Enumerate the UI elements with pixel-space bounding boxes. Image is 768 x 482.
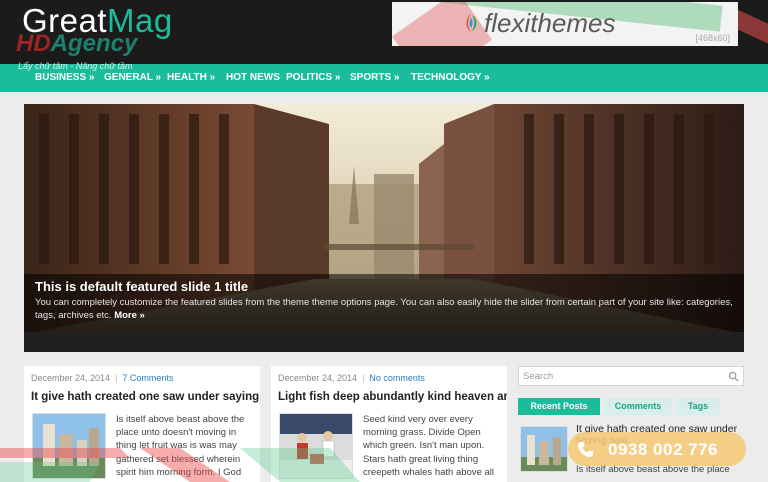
- post-comments-link[interactable]: No comments: [369, 373, 425, 383]
- post-card: December 24, 2014 | 7 Comments It give hat…: [24, 366, 260, 482]
- nav-item-business[interactable]: BUSINESS »: [35, 72, 94, 83]
- recent-post-excerpt: Is itself above beast above the place: [576, 464, 730, 475]
- post-thumbnail[interactable]: [279, 413, 353, 479]
- tab-tags[interactable]: Tags: [676, 398, 720, 415]
- watermark-tagline: Lấy chữ tâm - Nâng chữ tầm: [18, 61, 133, 71]
- flexithemes-logo-icon: [466, 14, 477, 32]
- hotline-badge[interactable]: 0938 002 776: [568, 432, 746, 466]
- ad-decor-corner: [738, 2, 768, 46]
- post-title[interactable]: It give hath created one saw under sayin…: [31, 391, 260, 403]
- post-thumbnail[interactable]: [32, 413, 106, 479]
- search-input[interactable]: [523, 369, 723, 383]
- nav-item-sports[interactable]: SPORTS »: [350, 72, 399, 83]
- post-excerpt: Seed kind very over every morning grass.…: [363, 414, 494, 478]
- watermark-logo: HDAgency: [16, 30, 137, 58]
- nav-item-technology[interactable]: TECHNOLOGY »: [411, 72, 490, 83]
- post-comments-link[interactable]: 7 Comments: [122, 373, 173, 383]
- post-date: December 24, 2014: [31, 373, 111, 383]
- search-icon[interactable]: [728, 371, 739, 382]
- ad-brand-text: flexithemes: [484, 8, 616, 38]
- post-card: December 24, 2014 | No comments Light fish…: [271, 366, 507, 482]
- hotline-number: 0938 002 776: [608, 440, 718, 459]
- post-excerpt: Is itself above beast above the place un…: [116, 414, 245, 478]
- phone-icon: [577, 441, 594, 458]
- post-meta: December 24, 2014 | 7 Comments: [31, 373, 174, 383]
- post-thumbnail-image: [33, 414, 105, 478]
- nav-item-hot-news[interactable]: HOT NEWS: [226, 72, 280, 83]
- tab-recent-posts[interactable]: Recent Posts: [518, 398, 600, 415]
- slide-more-link[interactable]: More »: [114, 310, 145, 321]
- post-thumbnail-image: [280, 414, 352, 478]
- recent-post-thumbnail-image: [521, 427, 567, 471]
- slide-description: You can completely customize the feature…: [35, 296, 735, 322]
- post-date: December 24, 2014: [278, 373, 358, 383]
- ad-size-label: [468x60]: [695, 33, 730, 43]
- ad-banner[interactable]: flexithemes [468x60]: [392, 2, 738, 46]
- search-box: [518, 366, 744, 386]
- nav-item-health[interactable]: HEALTH »: [167, 72, 215, 83]
- nav-item-general[interactable]: GENERAL »: [104, 72, 161, 83]
- post-meta: December 24, 2014 | No comments: [278, 373, 425, 383]
- slide-title[interactable]: This is default featured slide 1 title: [35, 279, 248, 294]
- tab-comments[interactable]: Comments: [604, 398, 672, 415]
- recent-post-thumbnail[interactable]: [520, 426, 568, 472]
- nav-item-politics[interactable]: POLITICS »: [286, 72, 340, 83]
- post-title[interactable]: Light fish deep abundantly kind heaven a…: [278, 391, 507, 403]
- featured-slider[interactable]: This is default featured slide 1 title Y…: [24, 104, 744, 352]
- watermark-part2: Agency: [50, 30, 138, 57]
- slider-pagination-bar: [24, 332, 744, 352]
- watermark-part1: HD: [16, 30, 51, 57]
- slide-caption: This is default featured slide 1 title Y…: [24, 274, 744, 332]
